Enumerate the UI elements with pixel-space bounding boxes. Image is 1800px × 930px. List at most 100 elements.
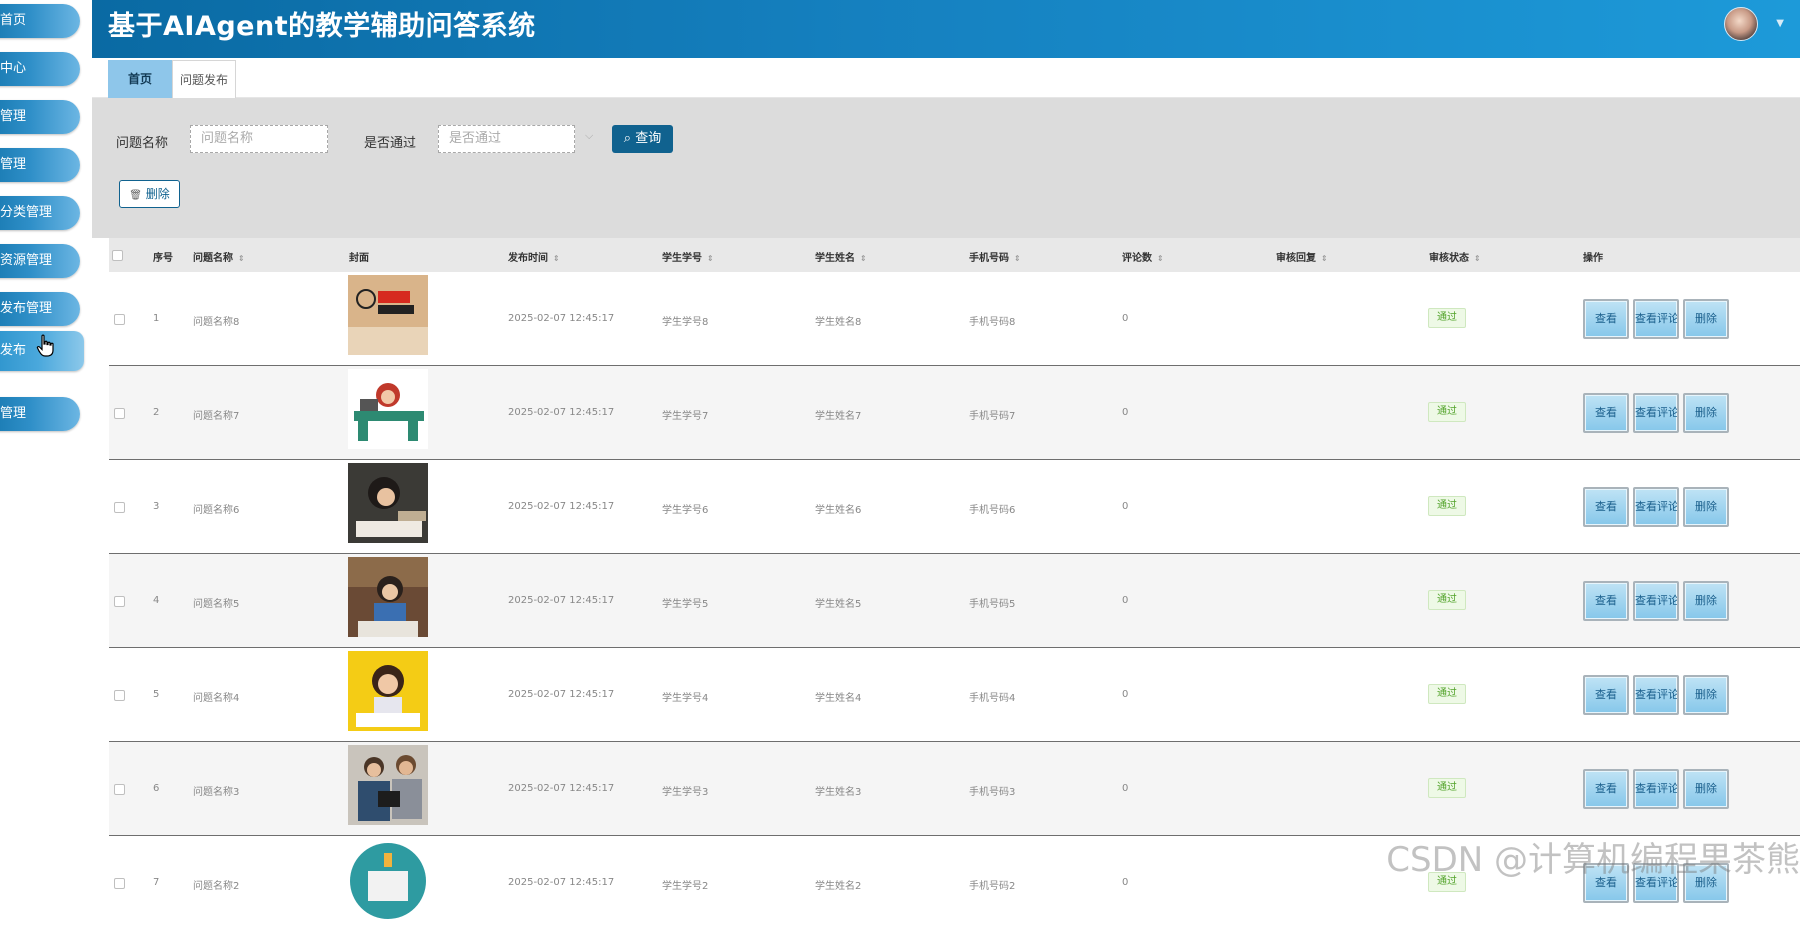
cover-image[interactable] [348, 839, 428, 919]
sidebar-item-management-1[interactable]: 管理 [0, 100, 80, 134]
cover-image[interactable] [348, 557, 428, 637]
header-student-name[interactable]: 学生姓名 ⇕ [815, 249, 867, 264]
table-row: 3 问题名称6 2025-02-07 12:45:17 学生学号6 学生姓名6 … [109, 460, 1800, 554]
table-row: 2 问题名称7 2025-02-07 12:45:17 学生学号7 学生姓名7 … [109, 366, 1800, 460]
delete-button[interactable]: 删除 [1683, 769, 1729, 809]
sidebar-item-management-2[interactable]: 管理 [0, 148, 80, 182]
row-comments: 0 [1122, 313, 1129, 324]
sort-icon: ⇕ [860, 254, 867, 263]
table-row: 1 问题名称8 2025-02-07 12:45:17 学生学号8 学生姓名8 … [109, 272, 1800, 366]
user-avatar[interactable] [1724, 7, 1758, 41]
row-checkbox[interactable] [114, 502, 125, 513]
row-question-name: 问题名称4 [193, 693, 240, 704]
search-icon: ⌕ [623, 131, 632, 146]
row-checkbox[interactable] [114, 784, 125, 795]
query-button-label: 查询 [635, 131, 662, 146]
row-publish-time: 2025-02-07 12:45:17 [508, 407, 615, 418]
view-button[interactable]: 查看 [1583, 393, 1629, 433]
row-index: 7 [153, 877, 160, 888]
sort-icon: ⇕ [1474, 254, 1481, 263]
row-publish-time: 2025-02-07 12:45:17 [508, 783, 615, 794]
row-question-name: 问题名称6 [193, 505, 240, 516]
view-button[interactable]: 查看 [1583, 581, 1629, 621]
table-header: 序号 问题名称 ⇕ 封面 发布时间 ⇕ 学生学号 ⇕ 学生姓名 ⇕ 手机号码 ⇕ 评论数 ⇕… [109, 238, 1800, 272]
header-phone[interactable]: 手机号码 ⇕ [969, 249, 1021, 264]
view-button[interactable]: 查看 [1583, 487, 1629, 527]
sidebar-item-resource-management[interactable]: 资源管理 [0, 244, 80, 278]
sort-icon: ⇕ [1157, 254, 1164, 263]
delete-button[interactable]: 删除 [1683, 299, 1729, 339]
header-comments[interactable]: 评论数 ⇕ [1122, 249, 1164, 264]
cover-image[interactable] [348, 463, 428, 543]
header-review-reply[interactable]: 审核回复 ⇕ [1276, 249, 1328, 264]
tab-home[interactable]: 首页 [108, 60, 172, 98]
question-table: 序号 问题名称 ⇕ 封面 发布时间 ⇕ 学生学号 ⇕ 学生姓名 ⇕ 手机号码 ⇕ 评论数 ⇕… [109, 238, 1800, 930]
row-question-name: 问题名称5 [193, 599, 240, 610]
row-question-name: 问题名称3 [193, 787, 240, 798]
row-student-id: 学生学号6 [662, 505, 709, 516]
pass-status-select[interactable]: 是否通过 [438, 125, 575, 153]
header-student-id[interactable]: 学生学号 ⇕ [662, 249, 714, 264]
batch-delete-label: 删除 [145, 187, 170, 201]
view-comments-button[interactable]: 查看评论 [1633, 487, 1679, 527]
sidebar-item-category-management[interactable]: 分类管理 [0, 196, 80, 230]
view-button[interactable]: 查看 [1583, 299, 1629, 339]
delete-button[interactable]: 删除 [1683, 487, 1729, 527]
query-button[interactable]: ⌕ 查询 [612, 125, 673, 153]
sidebar: 首页 中心 管理 管理 分类管理 资源管理 发布管理 发布 管理 [0, 0, 92, 885]
row-index: 2 [153, 407, 160, 418]
hand-cursor-icon [36, 334, 54, 357]
row-index: 1 [153, 313, 160, 324]
cover-image[interactable] [348, 651, 428, 731]
watermark-text: CSDN @计算机编程果茶熊 [1386, 840, 1800, 880]
row-checkbox[interactable] [114, 690, 125, 701]
chevron-down-icon[interactable]: ⌵ [585, 129, 593, 143]
row-checkbox[interactable] [114, 408, 125, 419]
sidebar-item-center[interactable]: 中心 [0, 52, 80, 86]
delete-button[interactable]: 删除 [1683, 393, 1729, 433]
row-comments: 0 [1122, 877, 1129, 888]
table-row: 5 问题名称4 2025-02-07 12:45:17 学生学号4 学生姓名4 … [109, 648, 1800, 742]
cover-image[interactable] [348, 275, 428, 355]
row-student-id: 学生学号3 [662, 787, 709, 798]
view-comments-button[interactable]: 查看评论 [1633, 581, 1679, 621]
view-comments-button[interactable]: 查看评论 [1633, 393, 1679, 433]
sidebar-item-management-3[interactable]: 管理 [0, 397, 80, 431]
delete-button[interactable]: 删除 [1683, 675, 1729, 715]
row-publish-time: 2025-02-07 12:45:17 [508, 689, 615, 700]
batch-delete-button[interactable]: 🗑 删除 [119, 180, 180, 208]
tab-question-publish[interactable]: 问题发布 [172, 60, 236, 98]
row-student-id: 学生学号8 [662, 317, 709, 328]
row-checkbox[interactable] [114, 314, 125, 325]
view-comments-button[interactable]: 查看评论 [1633, 769, 1679, 809]
header-question-name[interactable]: 问题名称 ⇕ [193, 249, 245, 264]
question-name-input[interactable]: 问题名称 [190, 125, 328, 153]
select-all-checkbox[interactable] [112, 250, 123, 261]
header-actions: 操作 [1583, 253, 1603, 264]
row-student-name: 学生姓名8 [815, 317, 862, 328]
sort-icon: ⇕ [1321, 254, 1328, 263]
view-comments-button[interactable]: 查看评论 [1633, 675, 1679, 715]
chevron-down-icon[interactable]: ▼ [1776, 18, 1784, 29]
row-phone: 手机号码3 [969, 787, 1016, 798]
row-question-name: 问题名称7 [193, 411, 240, 422]
cover-image[interactable] [348, 369, 428, 449]
status-badge: 通过 [1428, 308, 1466, 328]
row-checkbox[interactable] [114, 596, 125, 607]
row-publish-time: 2025-02-07 12:45:17 [508, 877, 615, 888]
cover-image[interactable] [348, 745, 428, 825]
header-review-status[interactable]: 审核状态 ⇕ [1429, 249, 1481, 264]
view-comments-button[interactable]: 查看评论 [1633, 299, 1679, 339]
status-badge: 通过 [1428, 778, 1466, 798]
delete-button[interactable]: 删除 [1683, 581, 1729, 621]
row-phone: 手机号码8 [969, 317, 1016, 328]
row-checkbox[interactable] [114, 878, 125, 889]
sidebar-item-home[interactable]: 首页 [0, 4, 80, 38]
sidebar-item-publish-management[interactable]: 发布管理 [0, 292, 80, 326]
header-publish-time[interactable]: 发布时间 ⇕ [508, 249, 560, 264]
row-phone: 手机号码4 [969, 693, 1016, 704]
view-button[interactable]: 查看 [1583, 769, 1629, 809]
tab-bar: 首页 问题发布 [92, 58, 1800, 98]
view-button[interactable]: 查看 [1583, 675, 1629, 715]
row-student-name: 学生姓名7 [815, 411, 862, 422]
